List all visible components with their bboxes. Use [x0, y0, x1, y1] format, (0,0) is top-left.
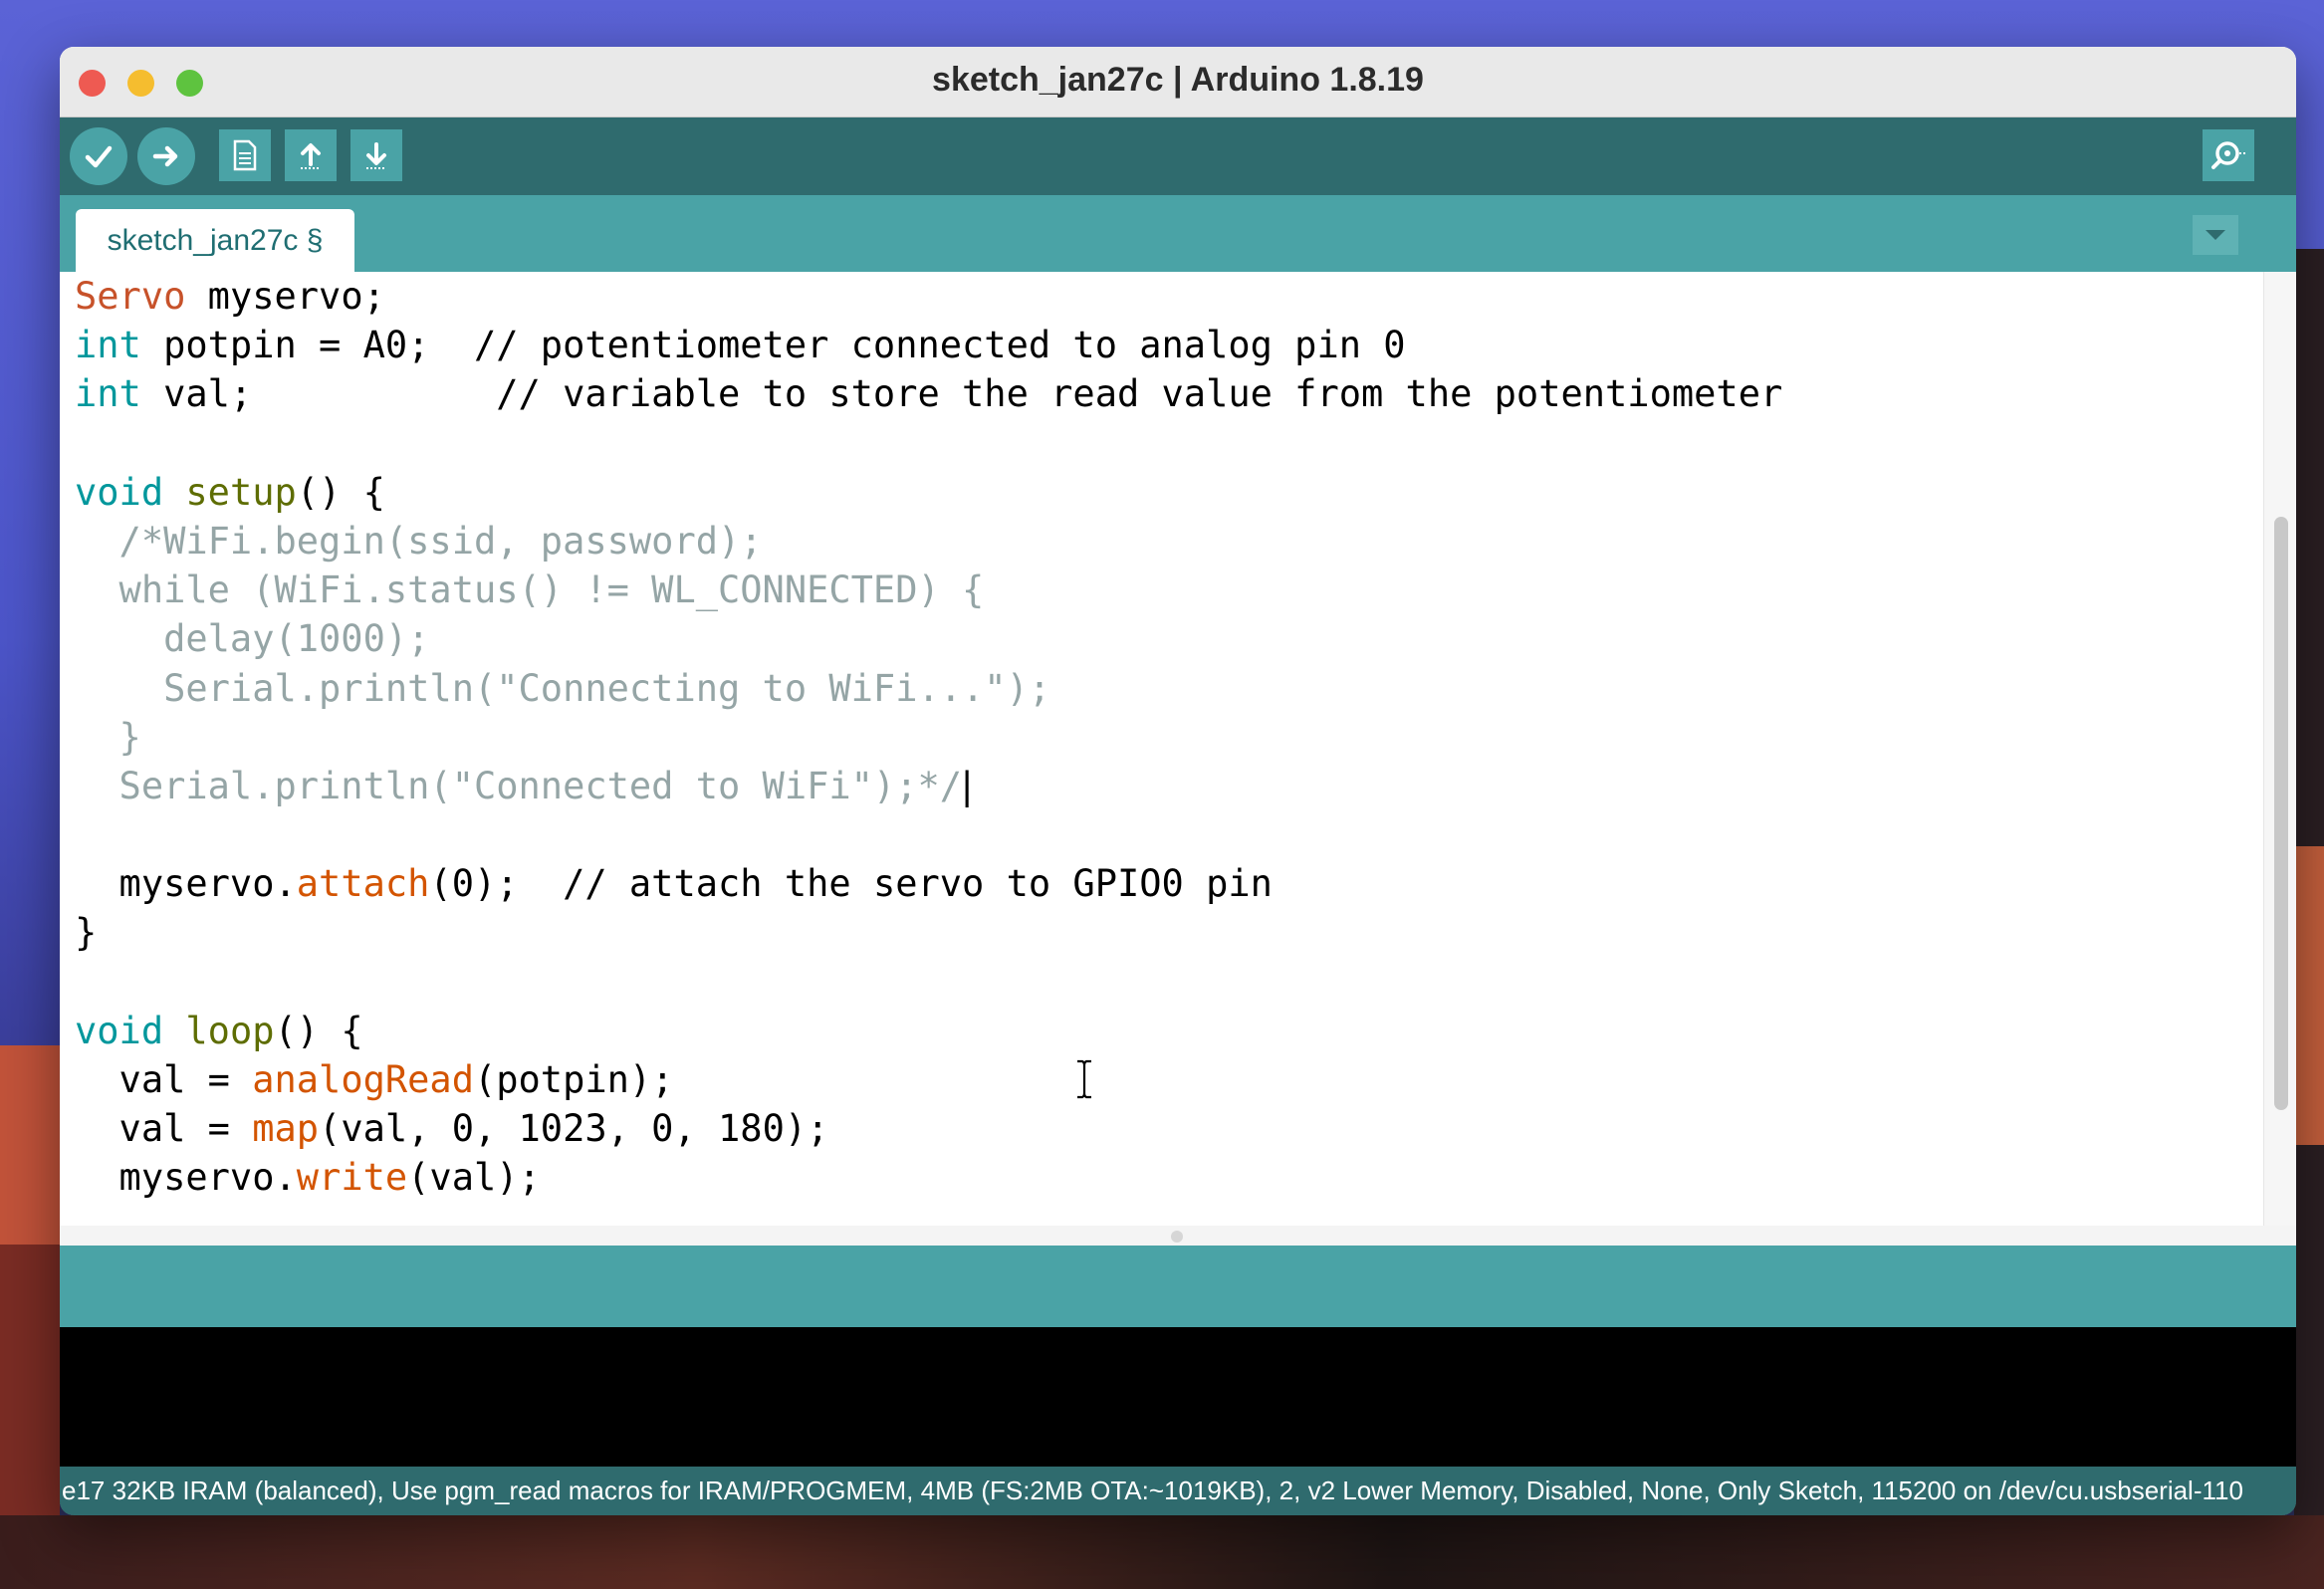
- code-token: loop: [185, 1009, 275, 1052]
- tab-bar: sketch_jan27c §: [60, 195, 2296, 272]
- code-token: myservo.: [75, 862, 297, 906]
- code-token: (val, 0, 1023, 0, 180);: [319, 1107, 829, 1151]
- arduino-ide-window: sketch_jan27c | Arduino 1.8.19 sketch_ja…: [60, 47, 2296, 1515]
- code-token: delay(1000);: [75, 617, 430, 661]
- code-token: (val);: [407, 1156, 541, 1200]
- code-token: myservo;: [185, 275, 385, 318]
- message-bar: [60, 1246, 2296, 1327]
- checkmark-icon: [85, 145, 113, 168]
- code-token: analogRead: [252, 1058, 474, 1101]
- code-line[interactable]: myservo.attach(0); // attach the servo t…: [75, 859, 1782, 908]
- code-line[interactable]: int val; // variable to store the read v…: [75, 369, 1782, 418]
- code-token: () {: [296, 470, 385, 514]
- code-token: () {: [274, 1009, 363, 1052]
- serial-monitor-button[interactable]: [2203, 129, 2254, 181]
- toolbar: [60, 117, 2296, 195]
- code-token: val =: [75, 1107, 253, 1151]
- code-token: attach: [296, 862, 430, 906]
- code-line[interactable]: val = map(val, 0, 1023, 0, 180);: [75, 1104, 1782, 1153]
- board-info-footer: e17 32KB IRAM (balanced), Use pgm_read m…: [60, 1467, 2296, 1515]
- code-token: map: [252, 1107, 320, 1151]
- code-token: Servo: [75, 275, 186, 318]
- code-line[interactable]: }: [75, 908, 1782, 957]
- open-sketch-button[interactable]: [285, 129, 337, 181]
- code-token: int: [75, 324, 141, 367]
- tab-menu-button[interactable]: [2193, 215, 2238, 255]
- code-token: write: [296, 1156, 408, 1200]
- code-token: (potpin);: [473, 1058, 674, 1101]
- window-title: sketch_jan27c | Arduino 1.8.19: [932, 61, 1424, 99]
- editor-scrollbar[interactable]: [2263, 272, 2296, 1226]
- background-rock-right-highlight: [2294, 846, 2324, 1145]
- verify-button[interactable]: [70, 127, 127, 185]
- document-icon: [233, 139, 257, 171]
- arrow-up-icon: [301, 143, 321, 169]
- code-token: setup: [185, 470, 297, 514]
- code-token: myservo.: [75, 1156, 297, 1200]
- code-token: }: [75, 911, 98, 955]
- code-token: int: [75, 372, 141, 416]
- code-token: val =: [75, 1058, 253, 1101]
- code-line[interactable]: [75, 958, 1782, 1007]
- upload-button[interactable]: [137, 127, 195, 185]
- pane-splitter[interactable]: [60, 1226, 2296, 1246]
- arrow-down-icon: [366, 142, 386, 169]
- code-token: /*WiFi.begin(ssid, password);: [75, 519, 763, 563]
- code-text[interactable]: Servo myservo; int potpin = A0; // potent…: [75, 272, 1782, 1203]
- code-token: Serial.println("Connected to WiFi");*/: [75, 764, 963, 807]
- code-line[interactable]: val = analogRead(potpin);: [75, 1055, 1782, 1104]
- code-line[interactable]: [75, 419, 1782, 468]
- background-desert-floor: [0, 1515, 2324, 1589]
- code-token: Serial.println("Connecting to WiFi...");: [75, 666, 1051, 710]
- code-line[interactable]: /*WiFi.begin(ssid, password);: [75, 517, 1782, 566]
- code-line[interactable]: Serial.println("Connecting to WiFi...");: [75, 664, 1782, 713]
- code-token: val; // variable to store the read value…: [140, 372, 1783, 416]
- text-caret: |: [956, 764, 979, 807]
- save-sketch-button[interactable]: [350, 129, 402, 181]
- code-token: while (WiFi.status() != WL_CONNECTED) {: [75, 568, 985, 612]
- chevron-down-icon: [2206, 230, 2225, 240]
- code-token: }: [75, 715, 141, 759]
- board-info-text: e17 32KB IRAM (balanced), Use pgm_read m…: [62, 1476, 2243, 1505]
- code-line[interactable]: myservo.write(val);: [75, 1153, 1782, 1202]
- code-token: (0); // attach the servo to GPIO0 pin: [429, 862, 1273, 906]
- tab-sketch[interactable]: sketch_jan27c §: [76, 209, 354, 272]
- splitter-handle[interactable]: [1171, 1231, 1183, 1243]
- code-line[interactable]: while (WiFi.status() != WL_CONNECTED) {: [75, 566, 1782, 614]
- code-line[interactable]: int potpin = A0; // potentiometer connec…: [75, 321, 1782, 369]
- code-line[interactable]: delay(1000);: [75, 614, 1782, 663]
- code-line[interactable]: void setup() {: [75, 468, 1782, 517]
- code-line[interactable]: Serial.println("Connected to WiFi");*/|: [75, 762, 1782, 810]
- code-line[interactable]: void loop() {: [75, 1007, 1782, 1055]
- arrow-right-icon: [152, 145, 178, 167]
- code-token: potpin = A0; // potentiometer connected …: [140, 324, 1406, 367]
- code-token: void: [75, 470, 164, 514]
- code-editor[interactable]: Servo myservo; int potpin = A0; // potent…: [60, 272, 2263, 1226]
- editor-scrollbar-thumb[interactable]: [2274, 517, 2288, 1110]
- code-token: void: [75, 1009, 164, 1052]
- new-sketch-button[interactable]: [219, 129, 271, 181]
- code-line[interactable]: Servo myservo;: [75, 272, 1782, 321]
- title-bar[interactable]: sketch_jan27c | Arduino 1.8.19: [60, 47, 2296, 117]
- magnifier-icon: [2211, 141, 2245, 169]
- code-line[interactable]: [75, 810, 1782, 859]
- code-line[interactable]: }: [75, 713, 1782, 762]
- text-cursor-icon: [1077, 1059, 1091, 1099]
